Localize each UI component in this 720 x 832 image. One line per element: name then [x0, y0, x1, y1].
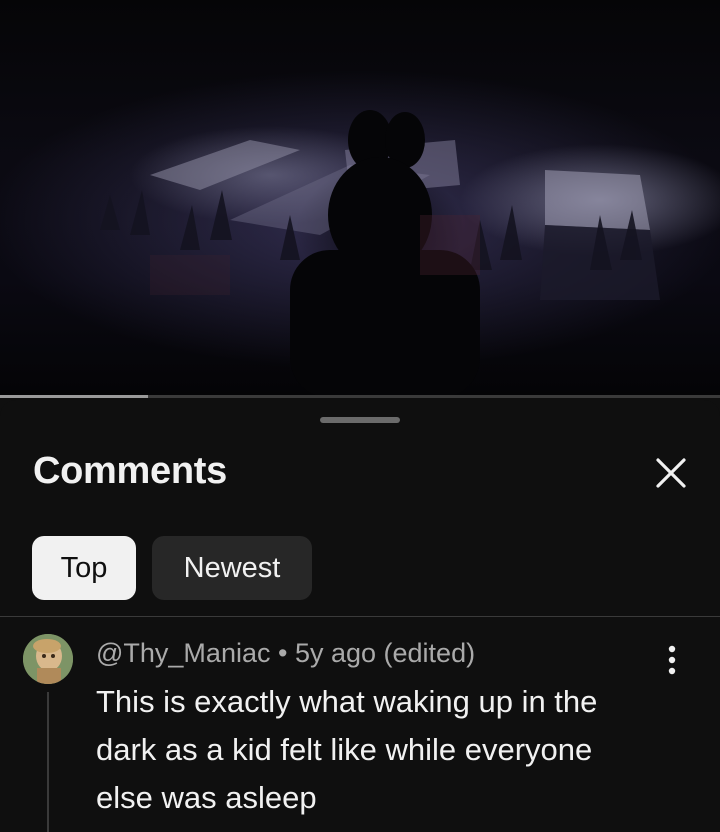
avatar[interactable] — [23, 634, 73, 684]
tab-newest[interactable]: Newest — [152, 536, 312, 600]
video-progress-bar[interactable] — [0, 395, 720, 398]
video-player[interactable] — [0, 0, 720, 398]
close-icon — [656, 458, 686, 488]
thread-line — [47, 692, 49, 832]
tab-newest-label: Newest — [183, 551, 281, 584]
comment-menu-button[interactable] — [652, 638, 692, 682]
drag-handle[interactable] — [320, 417, 400, 423]
divider — [0, 616, 720, 617]
comment-meta: @Thy_Maniac • 5y ago (edited) — [96, 638, 475, 669]
comments-panel: Comments Top Newest @Thy_Maniac • 5y ago… — [0, 400, 720, 832]
comment-author[interactable]: @Thy_Maniac — [96, 638, 270, 668]
tab-top[interactable]: Top — [32, 536, 136, 600]
more-vert-icon — [668, 645, 676, 675]
video-progress-fill — [0, 395, 148, 398]
meta-separator: • — [278, 638, 288, 668]
video-frame — [100, 110, 660, 398]
close-button[interactable] — [648, 450, 694, 496]
comment-text: This is exactly what waking up in the da… — [96, 684, 598, 815]
user-avatar-icon — [23, 634, 73, 684]
panel-title: Comments — [33, 450, 227, 492]
comment-time: 5y ago (edited) — [294, 638, 476, 668]
comment-item: @Thy_Maniac • 5y ago (edited) This is ex… — [0, 630, 720, 832]
tab-top-label: Top — [60, 551, 108, 584]
